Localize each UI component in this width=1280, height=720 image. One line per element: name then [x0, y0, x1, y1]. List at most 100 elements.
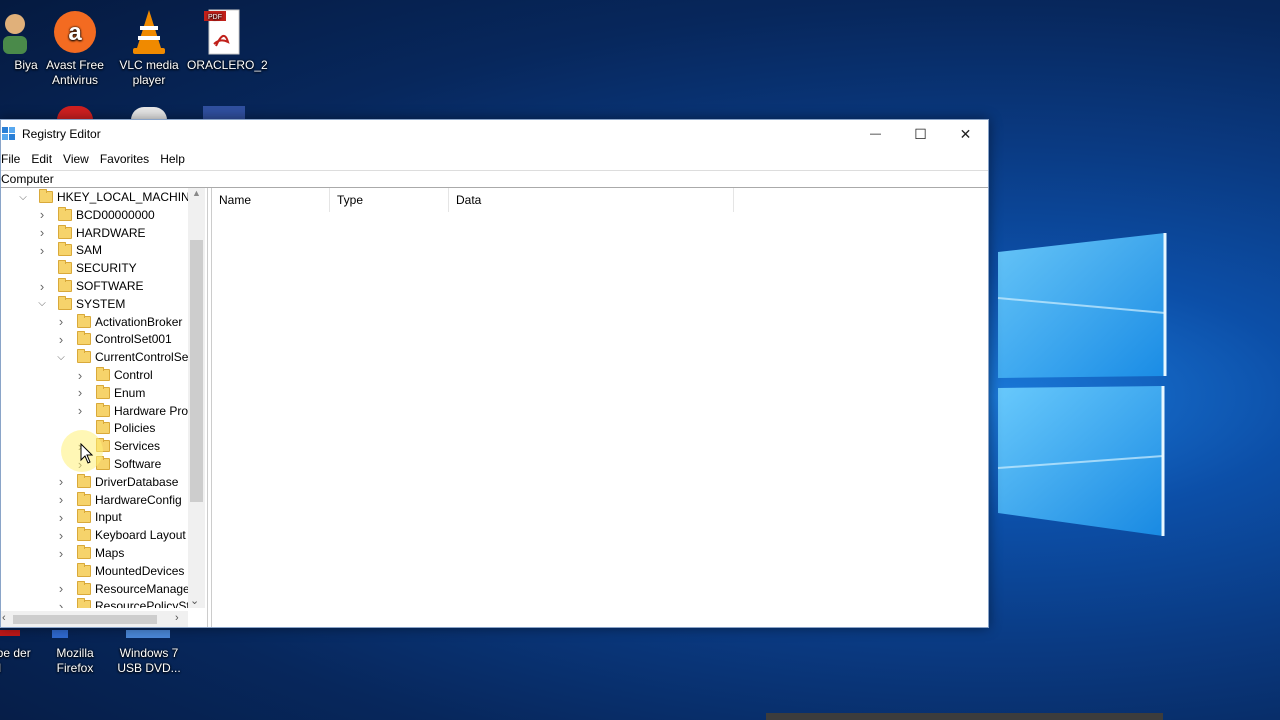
tree-item-label: HKEY_LOCAL_MACHINE [57, 190, 188, 204]
desktop-icon-win7usb[interactable]: Windows 7 USB DVD... [112, 630, 186, 676]
folder-icon [77, 491, 91, 506]
chevron-down-icon[interactable]: ⌵ [56, 352, 66, 363]
tree-item[interactable]: › DriverDatabase [1, 473, 188, 491]
tree-item-label: Enum [114, 385, 146, 400]
tree-horizontal-scroll-thumb[interactable] [13, 615, 157, 624]
desktop-icon-firefox[interactable]: Mozilla Firefox [38, 630, 112, 676]
taskbar-preview [766, 713, 1163, 720]
tree-item[interactable]: › Keyboard Layout [1, 526, 188, 544]
chevron-right-icon[interactable]: › [56, 581, 66, 596]
tree-item-label: Software [114, 457, 162, 471]
folder-icon [58, 278, 72, 292]
tree-item[interactable]: ⌵ CurrentControlSet [1, 348, 188, 366]
tree-item[interactable]: ⌵ SYSTEM [1, 295, 188, 313]
tree-item[interactable]: › ActivationBroker [1, 313, 188, 331]
chevron-right-icon[interactable]: › [56, 510, 66, 525]
tree-item-label: Control [114, 368, 153, 382]
tree-item-label: SECURITY [76, 261, 137, 276]
column-name[interactable]: Name [212, 188, 330, 212]
chevron-right-icon[interactable]: › [37, 225, 47, 240]
tree-item[interactable]: › Enum [1, 384, 188, 402]
tree-item[interactable]: › HardwareConfig [1, 491, 188, 509]
tree-item[interactable]: › SAM [1, 241, 188, 259]
chevron-right-icon[interactable]: › [37, 207, 47, 222]
tree-item[interactable]: › Maps [1, 544, 188, 562]
desktop-icon-vlc[interactable]: VLC media player [112, 8, 186, 88]
tree-item-label: HardwareConfig [95, 492, 182, 507]
chevron-right-icon[interactable]: › [56, 528, 66, 543]
chevron-right-icon[interactable]: › [75, 403, 85, 418]
chevron-right-icon[interactable]: › [56, 332, 66, 347]
title-bar[interactable]: Registry Editor — ☐ ✕ [1, 120, 988, 148]
tree-item-label: MountedDevices [95, 563, 185, 578]
chevron-right-icon[interactable]: › [75, 368, 85, 383]
chevron-right-icon[interactable]: › [56, 546, 66, 561]
tree-item-label: Services [114, 439, 161, 454]
window-title: Registry Editor [22, 127, 101, 141]
folder-icon [77, 313, 91, 328]
chevron-down-icon[interactable]: ⌵ [18, 192, 28, 203]
key-tree: ⌵ HKEY_LOCAL_MACHINE › BCD00000000 › HARDWARE… [1, 188, 188, 608]
desktop-icon-label: Windows 7 USB DVD... [117, 646, 181, 675]
maximize-button[interactable]: ☐ [898, 120, 943, 148]
column-type[interactable]: Type [330, 188, 449, 212]
chevron-right-icon[interactable]: › [37, 279, 47, 294]
desktop-icon-avast[interactable]: a Avast Free Antivirus [38, 8, 112, 88]
tree-item[interactable]: ⌵ HKEY_LOCAL_MACHINE [1, 188, 188, 206]
svg-text:a: a [68, 19, 82, 46]
tree-vertical-scrollbar[interactable]: ▲ ⌄ [188, 188, 205, 608]
menu-favorites[interactable]: Favorites [100, 152, 156, 166]
menu-help[interactable]: Help [160, 152, 192, 166]
tree-item[interactable]: › HARDWARE [1, 224, 188, 242]
scroll-up-icon[interactable]: ▲ [192, 188, 201, 198]
folder-icon [58, 206, 72, 221]
tree-item[interactable]: › Input [1, 508, 188, 526]
tree-item[interactable]: › Hardware Prof [1, 402, 188, 420]
tree-item[interactable]: › Control [1, 366, 188, 384]
chevron-right-icon[interactable]: › [75, 385, 85, 400]
column-header: Name Type Data [212, 188, 734, 212]
tree-item-label: Hardware Prof [114, 403, 188, 418]
folder-icon [77, 580, 91, 595]
tree-item-label: SYSTEM [76, 296, 126, 311]
chevron-right-icon[interactable]: › [56, 314, 66, 329]
tree-item[interactable]: SECURITY [1, 259, 188, 277]
menu-edit[interactable]: Edit [31, 152, 59, 166]
partial-icon-blue [203, 106, 245, 120]
folder-icon [77, 598, 91, 608]
chevron-down-icon[interactable]: ⌵ [37, 298, 47, 309]
close-button[interactable]: ✕ [943, 120, 988, 148]
menu-file[interactable]: File [1, 152, 27, 166]
chevron-right-icon[interactable]: › [56, 474, 66, 489]
chevron-right-icon[interactable]: › [56, 599, 66, 608]
tree-item[interactable]: › ControlSet001 [1, 330, 188, 348]
tree-item-label: ControlSet001 [95, 332, 172, 347]
minimize-button[interactable]: — [853, 120, 898, 148]
folder-icon [77, 527, 91, 542]
tree-item[interactable]: › SOFTWARE [1, 277, 188, 295]
tree-item[interactable]: › ResourceManager [1, 580, 188, 598]
tree-item[interactable]: MountedDevices [1, 562, 188, 580]
folder-icon [58, 224, 72, 239]
column-data[interactable]: Data [449, 188, 734, 212]
menu-view[interactable]: View [63, 152, 96, 166]
scroll-right-icon[interactable]: › [175, 612, 179, 624]
scroll-left-icon[interactable]: ‹ [2, 612, 6, 624]
tree-horizontal-scrollbar[interactable]: ‹ › [1, 611, 188, 627]
chevron-right-icon[interactable]: › [37, 243, 47, 258]
chevron-right-icon[interactable]: › [56, 492, 66, 507]
registry-editor-window[interactable]: Registry Editor — ☐ ✕ File Edit View Fav… [0, 119, 989, 628]
tree-item[interactable]: › ResourcePolicySto [1, 597, 188, 608]
folder-icon [58, 295, 72, 310]
tree-item[interactable]: › BCD00000000 [1, 206, 188, 224]
menu-bar: File Edit View Favorites Help [1, 148, 988, 170]
usb-dvd-tool-icon [126, 630, 170, 638]
values-pane[interactable]: Name Type Data [211, 188, 988, 627]
folder-icon [77, 509, 91, 524]
tree-vertical-scroll-thumb[interactable] [190, 240, 203, 502]
desktop-icon-oraclero[interactable]: PDF ORACLERO_2 [187, 8, 268, 73]
tree-item-label: HARDWARE [76, 225, 146, 240]
scroll-down-icon[interactable]: ⌄ [190, 594, 199, 607]
address-bar[interactable]: Computer [1, 170, 988, 188]
pdf-icon: PDF [200, 8, 248, 56]
